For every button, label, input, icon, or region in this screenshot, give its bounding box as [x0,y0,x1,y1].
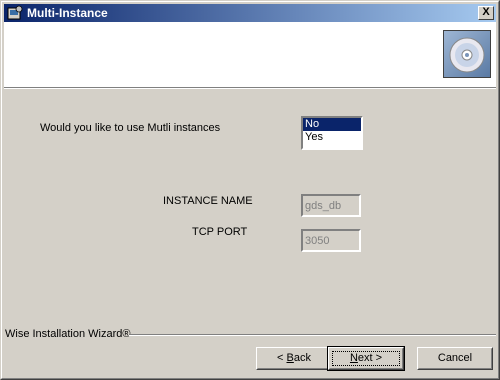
wizard-brand: Wise Installation Wizard® [5,328,131,340]
banner-divider [4,88,496,89]
listbox-option-no[interactable]: No [303,118,361,131]
tcp-port-field[interactable]: 3050 [301,229,361,252]
listbox-option-yes[interactable]: Yes [303,131,361,144]
tcp-port-label: TCP PORT [192,226,248,238]
back-button[interactable]: < Back [256,347,332,370]
setup-icon [7,5,23,20]
close-button[interactable]: X [478,6,494,20]
installer-window: Multi-Instance X Would you like to use M… [0,0,500,380]
cd-disc-icon [443,30,491,78]
header-banner [4,22,496,88]
close-icon: X [482,6,490,18]
focus-rect [332,351,400,366]
instance-name-field[interactable]: gds_db [301,194,361,217]
next-button[interactable]: Next > [327,346,405,371]
cancel-button[interactable]: Cancel [417,347,493,370]
multi-instance-question: Would you like to use Mutli instances [40,122,221,134]
footer-divider-highlight [129,335,496,336]
title-bar[interactable]: Multi-Instance X [4,4,496,22]
window-title: Multi-Instance [27,6,108,20]
multi-instance-listbox[interactable]: No Yes [301,116,363,150]
instance-name-label: INSTANCE NAME [163,195,253,207]
